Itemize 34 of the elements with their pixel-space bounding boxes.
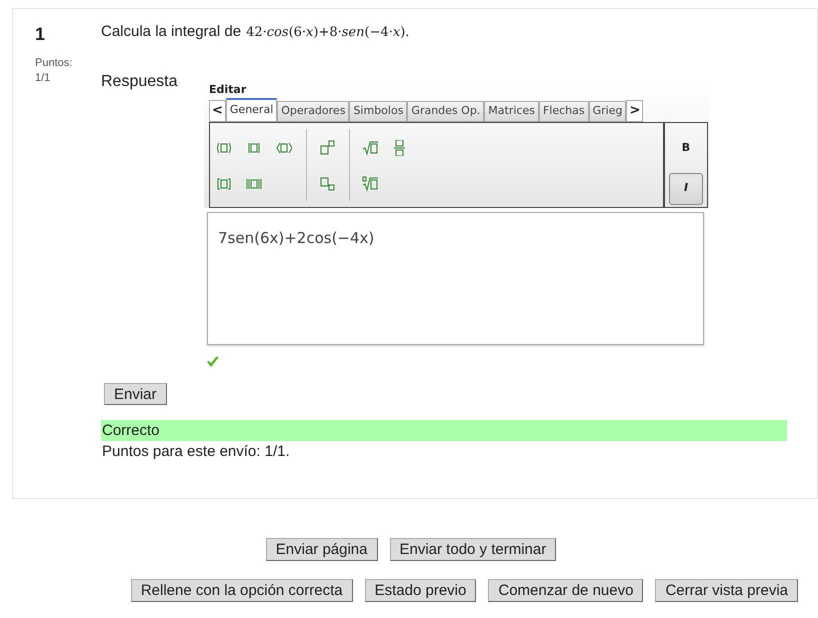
- question-formula: 42·cos(6·x)+8·sen(−4·x).: [246, 24, 410, 42]
- page-button[interactable]: Estado previo: [364, 579, 476, 602]
- feedback-status: Correcto: [101, 420, 787, 440]
- editor-title: Editar: [209, 82, 248, 98]
- scroll-right-button[interactable]: >: [626, 100, 644, 122]
- nth-root-icon[interactable]: [362, 176, 378, 192]
- superscript-icon[interactable]: [319, 140, 335, 156]
- question-number: 1: [35, 23, 46, 45]
- bold-button[interactable]: B: [669, 132, 703, 164]
- square-root-icon[interactable]: [362, 140, 378, 156]
- bracket-box-icon[interactable]: [216, 176, 232, 192]
- page-button[interactable]: Enviar página: [266, 538, 378, 561]
- subscript-icon[interactable]: [319, 176, 335, 192]
- italic-button[interactable]: I: [669, 172, 703, 204]
- submit-button[interactable]: Enviar: [104, 382, 167, 404]
- answer-field[interactable]: 7sen(6x)+2cos(−4x): [207, 212, 704, 344]
- editor-tab[interactable]: Operadores: [277, 100, 350, 122]
- page-button[interactable]: Cerrar vista previa: [655, 579, 798, 602]
- editor-tab[interactable]: Grieg: [588, 100, 626, 122]
- points-value: 1/1: [35, 71, 52, 85]
- editor-tab[interactable]: Flechas: [538, 100, 589, 122]
- page-button[interactable]: Comenzar de nuevo: [488, 579, 644, 602]
- question-text: Calcula la integral de: [101, 22, 242, 42]
- answer-label: Respuesta: [101, 72, 178, 92]
- points-label: Puntos:: [35, 56, 74, 71]
- editor-tab[interactable]: Simbolos: [349, 100, 408, 122]
- scroll-left-button[interactable]: <: [209, 100, 226, 122]
- editor-tab[interactable]: Matrices: [484, 100, 539, 122]
- page-button[interactable]: Enviar todo y terminar: [390, 538, 556, 561]
- fraction-icon[interactable]: [392, 140, 408, 156]
- editor-tab[interactable]: Grandes Op.: [407, 100, 484, 122]
- editor-tab[interactable]: General: [226, 98, 278, 122]
- page-button[interactable]: Rellene con la opción correcta: [130, 579, 353, 602]
- feedback-score: Puntos para este envío: 1/1.: [101, 442, 291, 462]
